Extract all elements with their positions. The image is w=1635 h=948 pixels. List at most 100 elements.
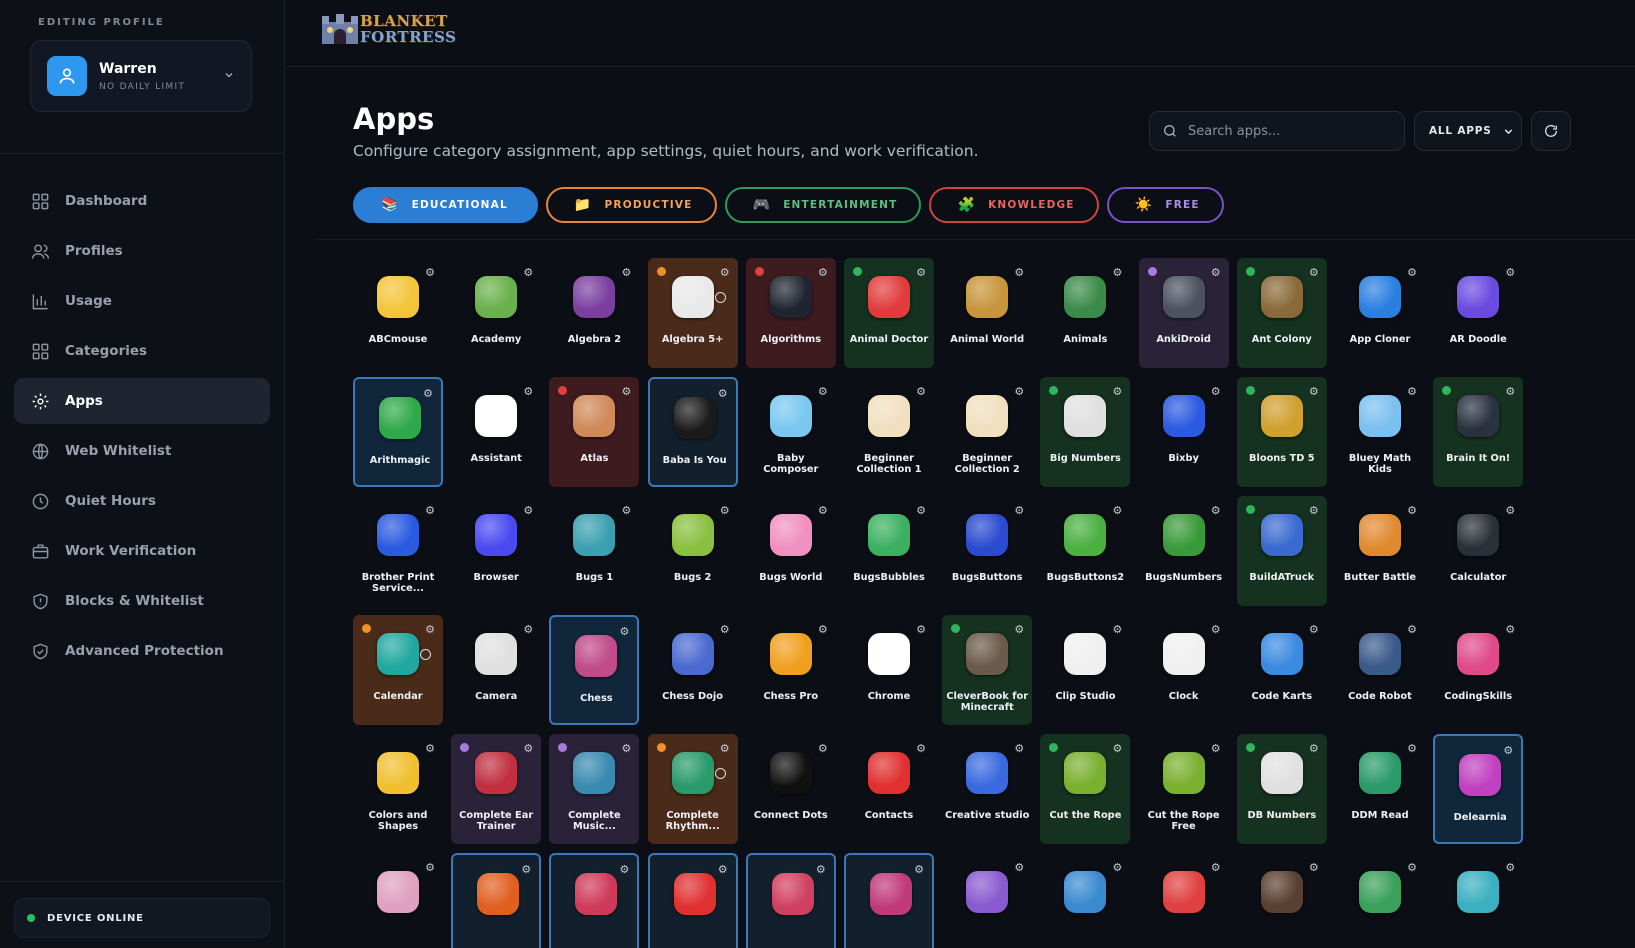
settings-sliders-icon[interactable]: ⚙: [914, 864, 924, 875]
sidebar-item-apps[interactable]: Apps: [14, 378, 270, 424]
settings-sliders-icon[interactable]: ⚙: [916, 505, 926, 516]
app-tile[interactable]: ⚙: [451, 853, 542, 948]
category-educational[interactable]: 📚 EDUCATIONAL: [353, 187, 538, 223]
app-tile[interactable]: ⚙ Cut the Rope: [1040, 734, 1131, 844]
app-tile[interactable]: ⚙ Atlas: [549, 377, 640, 487]
sidebar-item-usage[interactable]: Usage: [14, 278, 270, 324]
app-tile[interactable]: ⚙ Contacts: [844, 734, 934, 844]
app-tile[interactable]: ⚙: [844, 853, 934, 948]
settings-sliders-icon[interactable]: ⚙: [425, 862, 435, 873]
sidebar-item-blocks-whitelist[interactable]: Blocks & Whitelist: [14, 578, 270, 624]
settings-sliders-icon[interactable]: ⚙: [720, 624, 730, 635]
app-tile[interactable]: ⚙ Animal World: [942, 258, 1032, 368]
settings-sliders-icon[interactable]: ⚙: [818, 505, 828, 516]
settings-sliders-icon[interactable]: ⚙: [1309, 862, 1319, 873]
app-tile[interactable]: ⚙ Brother Print Service...: [353, 496, 443, 606]
settings-sliders-icon[interactable]: ⚙: [916, 267, 926, 278]
settings-sliders-icon[interactable]: ⚙: [620, 864, 630, 875]
logo[interactable]: BLANKET FORTRESS: [320, 12, 456, 46]
app-tile[interactable]: ⚙ Academy: [451, 258, 541, 368]
app-tile[interactable]: ⚙: [1139, 853, 1229, 948]
app-tile[interactable]: ⚙ Baby Composer: [746, 377, 836, 487]
settings-sliders-icon[interactable]: ⚙: [1113, 505, 1123, 516]
settings-sliders-icon[interactable]: ⚙: [620, 626, 630, 637]
sidebar-item-categories[interactable]: Categories: [14, 328, 270, 374]
settings-sliders-icon[interactable]: ⚙: [1505, 862, 1515, 873]
settings-sliders-icon[interactable]: ⚙: [523, 624, 533, 635]
app-tile[interactable]: ⚙ Camera: [451, 615, 541, 725]
app-tile[interactable]: ⚙: [1335, 853, 1425, 948]
app-tile[interactable]: ⚙ Bugs 2: [648, 496, 738, 606]
app-tile[interactable]: ⚙: [942, 853, 1032, 948]
settings-sliders-icon[interactable]: ⚙: [425, 267, 435, 278]
app-tile[interactable]: ⚙ Algorithms: [745, 258, 836, 368]
app-tile[interactable]: ⚙ Arithmagic: [353, 377, 443, 487]
app-tile[interactable]: ⚙ Cut the Rope Free: [1139, 734, 1229, 844]
category-knowledge[interactable]: 🧩 KNOWLEDGE: [929, 187, 1099, 223]
app-tile[interactable]: ⚙ ABCmouse: [353, 258, 443, 368]
app-tile[interactable]: ⚙ Complete Ear Trainer: [451, 734, 542, 844]
app-tile[interactable]: ⚙: [647, 853, 738, 948]
app-tile[interactable]: ⚙ DDM Read: [1335, 734, 1425, 844]
settings-sliders-icon[interactable]: ⚙: [1309, 743, 1319, 754]
app-tile[interactable]: ⚙ Butter Battle: [1335, 496, 1425, 606]
settings-sliders-icon[interactable]: ⚙: [1113, 743, 1123, 754]
sidebar-item-profiles[interactable]: Profiles: [14, 228, 270, 274]
app-tile[interactable]: ⚙ Beginner Collection 1: [844, 377, 934, 487]
settings-sliders-icon[interactable]: ⚙: [1014, 267, 1024, 278]
sidebar-item-dashboard[interactable]: Dashboard: [14, 178, 270, 224]
app-tile[interactable]: ⚙ Bixby: [1139, 377, 1229, 487]
app-tile[interactable]: ⚙ Colors and Shapes: [353, 734, 443, 844]
app-tile[interactable]: ⚙ Animal Doctor: [844, 258, 934, 368]
sidebar-item-quiet-hours[interactable]: Quiet Hours: [14, 478, 270, 524]
app-filter-dropdown[interactable]: ALL APPS: [1414, 111, 1522, 151]
settings-sliders-icon[interactable]: ⚙: [1014, 505, 1024, 516]
settings-sliders-icon[interactable]: ⚙: [1505, 386, 1515, 397]
app-tile[interactable]: ⚙ CodingSkills: [1433, 615, 1523, 725]
settings-sliders-icon[interactable]: ⚙: [1211, 505, 1221, 516]
app-tile[interactable]: ⚙ Assistant: [451, 377, 541, 487]
category-free[interactable]: ☀️ FREE: [1106, 187, 1224, 223]
settings-sliders-icon[interactable]: ⚙: [1211, 743, 1221, 754]
settings-sliders-icon[interactable]: ⚙: [1407, 267, 1417, 278]
settings-sliders-icon[interactable]: ⚙: [916, 743, 926, 754]
app-tile[interactable]: ⚙ Algebra 5+: [647, 258, 738, 368]
app-tile[interactable]: ⚙ App Cloner: [1335, 258, 1425, 368]
category-productive[interactable]: 📁 PRODUCTIVE: [545, 187, 717, 223]
settings-sliders-icon[interactable]: ⚙: [1113, 862, 1123, 873]
app-tile[interactable]: ⚙: [1040, 853, 1130, 948]
app-tile[interactable]: ⚙ Complete Music...: [549, 734, 640, 844]
app-tile[interactable]: ⚙ Beginner Collection 2: [942, 377, 1032, 487]
app-tile[interactable]: ⚙: [549, 853, 640, 948]
settings-sliders-icon[interactable]: ⚙: [1211, 862, 1221, 873]
profile-selector[interactable]: Warren NO DAILY LIMIT: [30, 40, 252, 112]
app-tile[interactable]: ⚙ Creative studio: [942, 734, 1032, 844]
settings-sliders-icon[interactable]: ⚙: [1211, 386, 1221, 397]
app-tile[interactable]: ⚙ Delearnia: [1433, 734, 1524, 844]
settings-sliders-icon[interactable]: ⚙: [818, 743, 828, 754]
app-tile[interactable]: ⚙ Clip Studio: [1040, 615, 1130, 725]
app-tile[interactable]: ⚙ Bluey Math Kids: [1335, 377, 1425, 487]
app-tile[interactable]: ⚙ Code Karts: [1237, 615, 1327, 725]
search-input[interactable]: [1188, 123, 1388, 139]
app-tile[interactable]: ⚙ Bloons TD 5: [1236, 377, 1327, 487]
settings-sliders-icon[interactable]: ⚙: [1014, 743, 1024, 754]
app-tile[interactable]: ⚙: [1237, 853, 1327, 948]
app-tile[interactable]: ⚙ Complete Rhythm...: [647, 734, 738, 844]
app-tile[interactable]: ⚙ DB Numbers: [1236, 734, 1327, 844]
settings-sliders-icon[interactable]: ⚙: [523, 267, 533, 278]
settings-sliders-icon[interactable]: ⚙: [1309, 267, 1319, 278]
settings-sliders-icon[interactable]: ⚙: [622, 743, 632, 754]
settings-sliders-icon[interactable]: ⚙: [818, 267, 828, 278]
settings-sliders-icon[interactable]: ⚙: [622, 267, 632, 278]
app-tile[interactable]: ⚙: [353, 853, 443, 948]
app-tile[interactable]: ⚙: [1433, 853, 1523, 948]
sidebar-item-work-verification[interactable]: Work Verification: [14, 528, 270, 574]
settings-sliders-icon[interactable]: ⚙: [818, 386, 828, 397]
app-tile[interactable]: ⚙ Chess: [549, 615, 640, 725]
settings-sliders-icon[interactable]: ⚙: [816, 864, 826, 875]
settings-sliders-icon[interactable]: ⚙: [423, 388, 433, 399]
settings-sliders-icon[interactable]: ⚙: [523, 743, 533, 754]
app-tile[interactable]: ⚙ Animals: [1040, 258, 1130, 368]
settings-sliders-icon[interactable]: ⚙: [916, 624, 926, 635]
